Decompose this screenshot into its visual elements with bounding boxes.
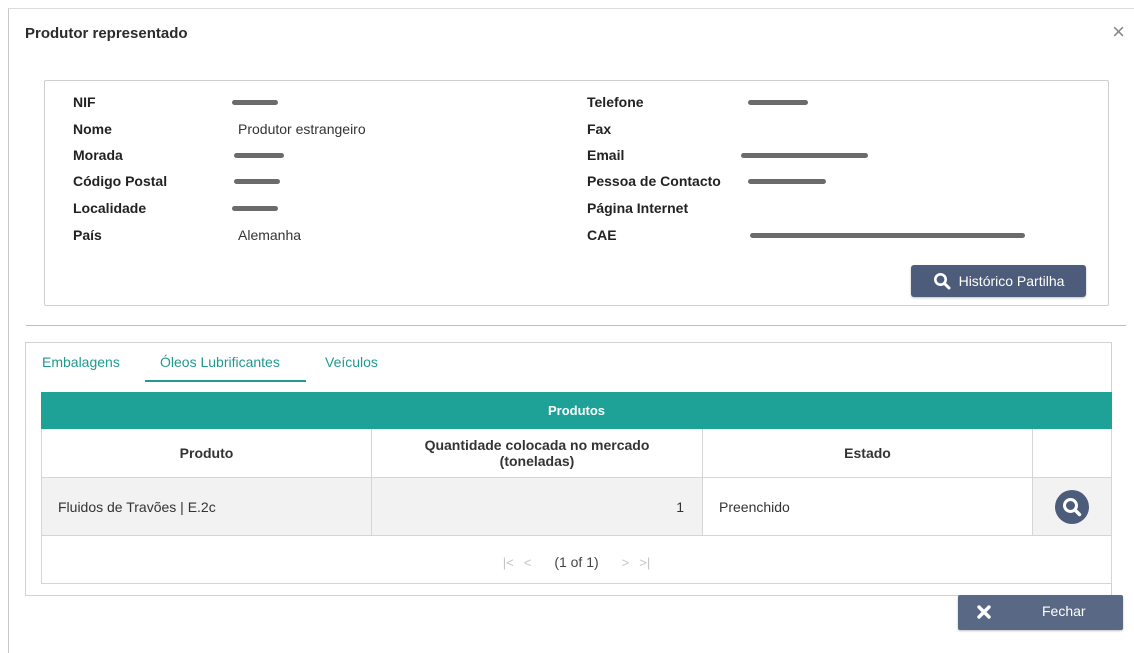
label-codigo-postal: Código Postal	[73, 173, 168, 189]
column-header-produto: Produto	[42, 429, 372, 478]
tab-embalagens[interactable]: Embalagens	[42, 354, 120, 370]
tab-oleos-lubrificantes[interactable]: Óleos Lubrificantes	[160, 354, 280, 370]
first-page-button[interactable]: |<	[503, 555, 514, 570]
search-icon	[1055, 489, 1089, 524]
label-pagina-internet: Página Internet	[587, 200, 689, 216]
last-page-button[interactable]: >|	[639, 555, 650, 570]
label-email: Email	[587, 147, 625, 163]
close-icon[interactable]: ×	[1112, 21, 1125, 43]
prev-page-button[interactable]: <	[524, 555, 532, 570]
label-pais: País	[73, 227, 102, 243]
redacted-telefone-value	[748, 100, 808, 105]
active-tab-indicator	[145, 380, 306, 382]
column-header-quantidade: Quantidade colocada no mercado (tonelada…	[372, 429, 703, 478]
historico-partilha-label: Histórico Partilha	[958, 273, 1065, 289]
redacted-nif-value	[232, 100, 278, 105]
redacted-email-value	[741, 153, 868, 158]
value-nome: Produtor estrangeiro	[238, 121, 366, 137]
products-tabs-panel: Embalagens Óleos Lubrificantes Veículos …	[25, 342, 1112, 596]
dialog-title: Produtor representado	[25, 25, 188, 42]
producer-dialog: Produtor representado × NIF Nome Morada …	[8, 8, 1134, 653]
products-table: Produtos Produto Quantidade colocada no …	[41, 392, 1112, 584]
label-pessoa-contacto: Pessoa de Contacto	[587, 173, 721, 189]
label-cae: CAE	[587, 227, 617, 243]
label-nome: Nome	[73, 121, 112, 137]
label-morada: Morada	[73, 147, 123, 163]
table-paginator: |< < (1 of 1) > >|	[42, 542, 1111, 582]
search-icon	[933, 272, 951, 290]
label-fax: Fax	[587, 121, 612, 137]
historico-partilha-button[interactable]: Histórico Partilha	[911, 265, 1086, 297]
redacted-codigo-postal-value	[234, 179, 280, 184]
fechar-button[interactable]: Fechar	[958, 595, 1123, 630]
value-pais: Alemanha	[238, 227, 302, 243]
cell-produto: Fluidos de Travões | E.2c	[42, 478, 372, 536]
times-icon	[976, 604, 992, 620]
cell-quantidade: 1	[372, 478, 703, 536]
page-info: (1 of 1)	[554, 554, 599, 570]
cell-estado: Preenchido	[703, 478, 1033, 536]
redacted-morada-value	[234, 153, 284, 158]
label-nif: NIF	[73, 94, 96, 110]
next-page-button[interactable]: >	[622, 555, 630, 570]
section-divider	[26, 325, 1126, 326]
fechar-label: Fechar	[1042, 603, 1086, 619]
tab-veiculos[interactable]: Veículos	[325, 354, 378, 370]
label-localidade: Localidade	[73, 200, 147, 216]
column-header-estado: Estado	[703, 429, 1033, 478]
table-caption: Produtos	[41, 392, 1112, 429]
cell-actions	[1033, 478, 1111, 536]
label-telefone: Telefone	[587, 94, 644, 110]
producer-info-panel: NIF Nome Morada Código Postal Localidade…	[44, 80, 1109, 306]
column-header-actions	[1033, 429, 1111, 478]
redacted-pessoa-contacto-value	[748, 179, 826, 184]
view-product-button[interactable]	[1054, 489, 1090, 525]
redacted-cae-value	[750, 233, 1025, 238]
redacted-localidade-value	[232, 206, 278, 211]
